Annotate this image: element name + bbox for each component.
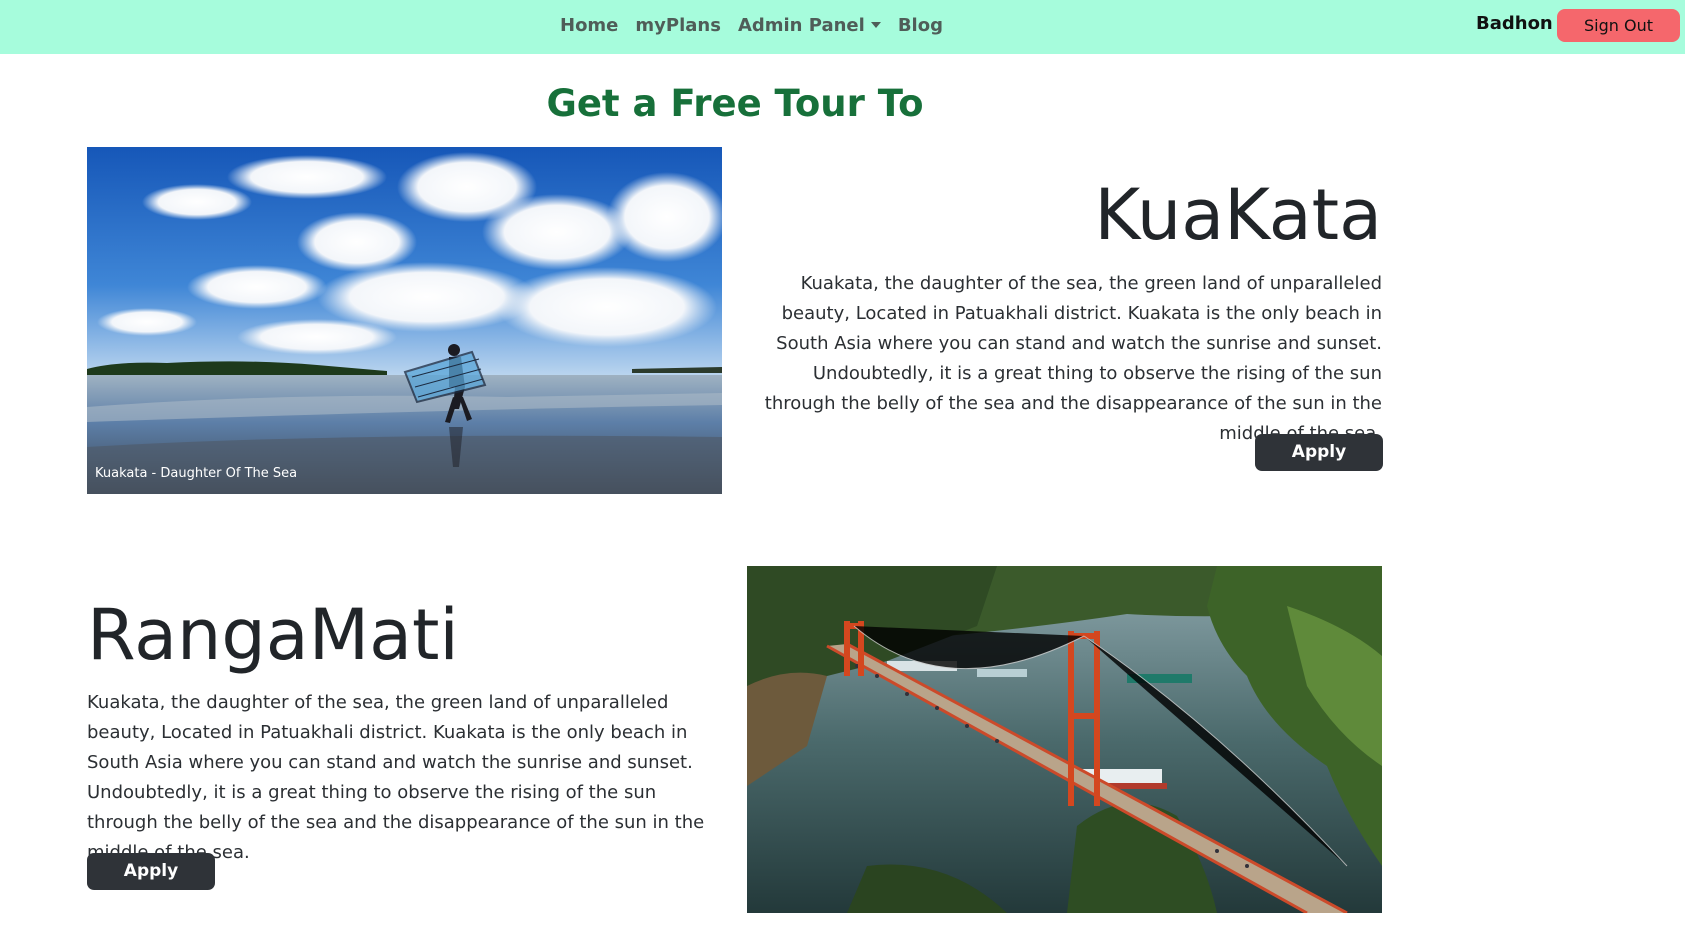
tour-description-rangamati: Kuakata, the daughter of the sea, the gr… [87,692,705,863]
nav-link-admin-panel-label: Admin Panel [737,14,865,36]
page-heading: Get a Free Tour To [546,82,924,125]
nav-link-admin-panel-dropdown[interactable]: Admin Panel [738,15,881,36]
apply-button-kuakata[interactable]: Apply [1255,434,1383,471]
navbar: Home myPlans Admin Panel Blog Badhon Sig… [0,0,1685,54]
nav-link-blog-label: Blog [897,14,943,36]
nav-link-home-label: Home [560,14,619,36]
sign-out-button[interactable]: Sign Out [1557,9,1680,42]
nav-link-home[interactable]: Home [560,15,618,36]
nav-link-blog[interactable]: Blog [898,15,943,36]
tour-description-kuakata: Kuakata, the daughter of the sea, the gr… [764,273,1382,444]
nav-links: Home myPlans Admin Panel Blog [560,0,943,50]
kuakata-beach-image: Kuakata - Daughter Of The Sea [87,147,722,494]
apply-button-rangamati[interactable]: Apply [87,853,215,890]
nav-link-myplans[interactable]: myPlans [635,15,721,36]
rangamati-bridge-image [747,566,1382,913]
nav-link-myplans-label: myPlans [635,14,721,36]
user-name: Badhon [1476,13,1553,34]
tour-title-rangamati: RangaMati [87,594,459,676]
kuakata-image-caption: Kuakata - Daughter Of The Sea [95,466,297,481]
tour-title-kuakata: KuaKata [1094,174,1382,256]
caret-down-icon [870,22,881,28]
